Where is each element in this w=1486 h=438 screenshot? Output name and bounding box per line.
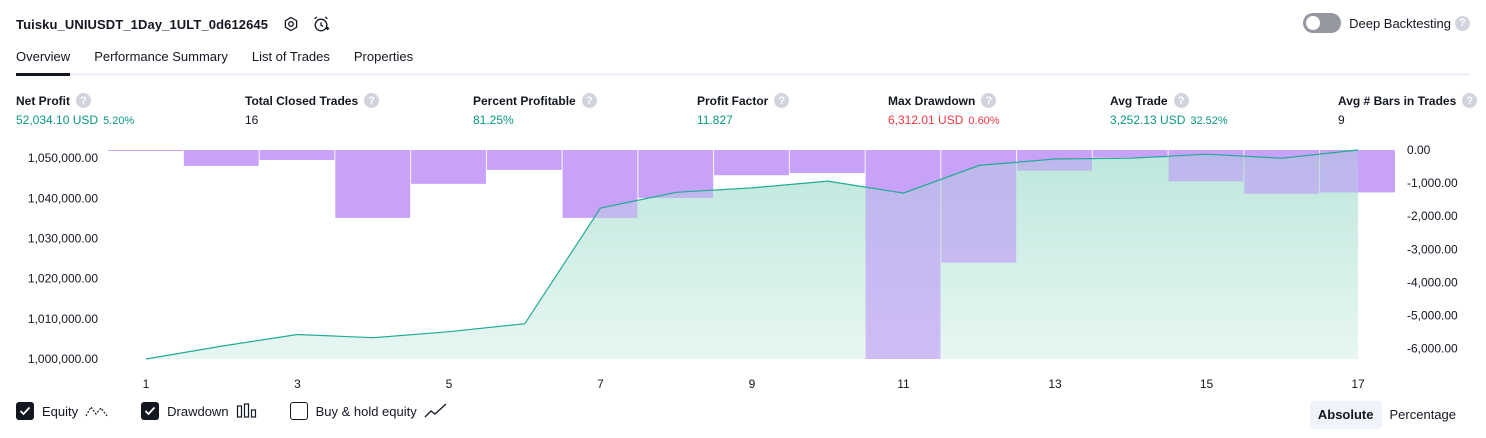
metric-percent: 32.52% [1190, 115, 1228, 127]
x-axis-tick-label: 17 [1351, 377, 1365, 391]
metric-percent-profitable: Percent Profitable? 81.25% [473, 93, 597, 127]
report-tabs: Overview Performance Summary List of Tra… [16, 44, 1470, 76]
tab-performance-summary[interactable]: Performance Summary [94, 44, 228, 73]
checkbox-unchecked-icon[interactable] [289, 402, 308, 420]
metric-avg-trade: Avg Trade? 3,252.13 USD 32.52% [1110, 93, 1228, 127]
drawdown-bar-overlay [411, 150, 486, 184]
left-axis-tick-label: 1,040,000.00 [28, 191, 98, 205]
x-axis-tick-label: 7 [597, 377, 604, 391]
help-icon[interactable]: ? [76, 93, 91, 108]
deep-backtesting-label: Deep Backtesting [1349, 15, 1451, 31]
metric-value: 81.25% [473, 113, 514, 127]
right-axis-tick-label: -2,000.00 [1407, 209, 1458, 223]
metric-percent: 5.20% [103, 115, 135, 127]
tab-overview[interactable]: Overview [16, 44, 71, 76]
checkbox-checked-icon[interactable] [141, 402, 160, 420]
drawdown-bar-overlay [714, 150, 789, 176]
add-alert-icon[interactable] [310, 13, 332, 35]
drawdown-bar-overlay [865, 150, 941, 359]
help-icon[interactable]: ? [774, 93, 790, 108]
bars-icon [236, 403, 258, 419]
drawdown-bar-overlay [1320, 150, 1395, 193]
drawdown-bar-overlay [486, 150, 562, 170]
legend-label: Equity [42, 403, 79, 419]
metric-value: 9 [1338, 113, 1345, 127]
equity-line-icon [85, 403, 109, 419]
x-axis-tick-label: 11 [897, 377, 910, 391]
deep-backtesting-toggle[interactable] [1303, 13, 1342, 33]
left-axis-tick-label: 1,010,000.00 [28, 312, 98, 326]
metric-label: Profit Factor [697, 93, 769, 108]
help-icon[interactable]: ? [981, 93, 997, 108]
metrics-row: Net Profit? 52,034.10 USD 5.20% Total Clo… [0, 93, 1486, 133]
metric-value: 11.827 [697, 113, 733, 127]
equity-drawdown-chart[interactable]: 1,000,000.00 1,010,000.00 1,020,000.00 1,03… [0, 140, 1486, 396]
metric-label: Percent Profitable [473, 93, 576, 108]
metric-label: Avg # Bars in Trades [1338, 93, 1457, 108]
tab-properties[interactable]: Properties [354, 44, 413, 73]
strategy-header: Tuisku_UNIUSDT_1Day_1ULT_0d612645 [16, 12, 332, 36]
drawdown-bar-overlay [941, 150, 1017, 263]
absolute-button[interactable]: Absolute [1309, 401, 1382, 429]
left-axis: 1,000,000.00 1,010,000.00 1,020,000.00 1,03… [28, 151, 98, 366]
help-icon[interactable]: ? [1462, 93, 1478, 108]
metric-value: 52,034.10 USD [16, 113, 99, 127]
deep-backtesting: Deep Backtesting ? [1303, 13, 1470, 33]
metric-label: Net Profit [16, 93, 70, 108]
metric-profit-factor: Profit Factor? 11.827 [697, 93, 790, 127]
x-axis-tick-label: 13 [1048, 377, 1062, 391]
drawdown-bar-overlay [335, 150, 411, 218]
drawdown-bar-overlay [183, 150, 259, 166]
right-axis-tick-label: -3,000.00 [1407, 242, 1458, 256]
x-axis: 1 3 5 7 9 11 13 15 17 [143, 377, 1365, 391]
settings-icon[interactable] [280, 13, 302, 35]
tab-list-of-trades[interactable]: List of Trades [252, 44, 330, 73]
x-axis-tick-label: 9 [749, 377, 756, 391]
help-icon[interactable]: ? [1455, 15, 1470, 31]
drawdown-bar-overlay [108, 150, 183, 151]
drawdown-bar-overlay [259, 150, 335, 160]
metric-max-drawdown: Max Drawdown? 6,312.01 USD 0.60% [888, 93, 1000, 127]
checkbox-checked-icon[interactable] [16, 402, 34, 420]
legend-label: Buy & hold equity [315, 403, 417, 419]
legend-drawdown[interactable]: Drawdown [141, 402, 257, 420]
left-axis-tick-label: 1,000,000.00 [28, 352, 98, 366]
right-axis: 0.00 -1,000.00 -2,000.00 -3,000.00 -4,000.00… [1407, 143, 1458, 356]
right-axis-tick-label: -5,000.00 [1407, 309, 1458, 323]
legend-equity[interactable]: Equity [16, 402, 109, 420]
left-axis-tick-label: 1,050,000.00 [28, 151, 98, 165]
metric-percent: 0.60% [968, 115, 1000, 127]
right-axis-tick-label: 0.00 [1407, 143, 1431, 157]
metric-total-closed-trades: Total Closed Trades? 16 [245, 93, 380, 127]
chart-legend: Equity Drawdown Buy & hold equity [16, 402, 480, 420]
metric-label: Avg Trade [1110, 93, 1168, 108]
x-axis-tick-label: 5 [446, 377, 453, 391]
legend-buy-hold[interactable]: Buy & hold equity [289, 402, 448, 420]
metric-avg-bars-in-trades: Avg # Bars in Trades? 9 [1338, 93, 1478, 127]
drawdown-bar-overlay [789, 150, 865, 173]
percentage-button[interactable]: Percentage [1382, 401, 1465, 429]
value-mode-switch: Absolute Percentage [1309, 401, 1465, 429]
metric-label: Max Drawdown [888, 93, 976, 108]
help-icon[interactable]: ? [581, 93, 597, 108]
metric-label: Total Closed Trades [245, 93, 359, 108]
metric-net-profit: Net Profit? 52,034.10 USD 5.20% [16, 93, 134, 127]
metric-value: 3,252.13 USD [1110, 113, 1186, 127]
drawdown-bar-overlay [1017, 150, 1092, 171]
left-axis-tick-label: 1,020,000.00 [28, 272, 98, 286]
x-axis-tick-label: 15 [1200, 377, 1214, 391]
legend-label: Drawdown [167, 403, 229, 419]
strategy-title: Tuisku_UNIUSDT_1Day_1ULT_0d612645 [16, 16, 269, 32]
x-axis-tick-label: 1 [143, 377, 150, 391]
right-axis-tick-label: -6,000.00 [1407, 342, 1458, 356]
left-axis-tick-label: 1,030,000.00 [28, 232, 98, 246]
x-axis-tick-label: 3 [294, 377, 301, 391]
help-icon[interactable]: ? [364, 93, 380, 108]
metric-value: 16 [245, 113, 259, 127]
right-axis-tick-label: -1,000.00 [1407, 176, 1458, 190]
trend-line-icon [424, 403, 448, 419]
right-axis-tick-label: -4,000.00 [1407, 275, 1458, 289]
metric-value: 6,312.01 USD [888, 113, 964, 127]
help-icon[interactable]: ? [1173, 93, 1189, 108]
